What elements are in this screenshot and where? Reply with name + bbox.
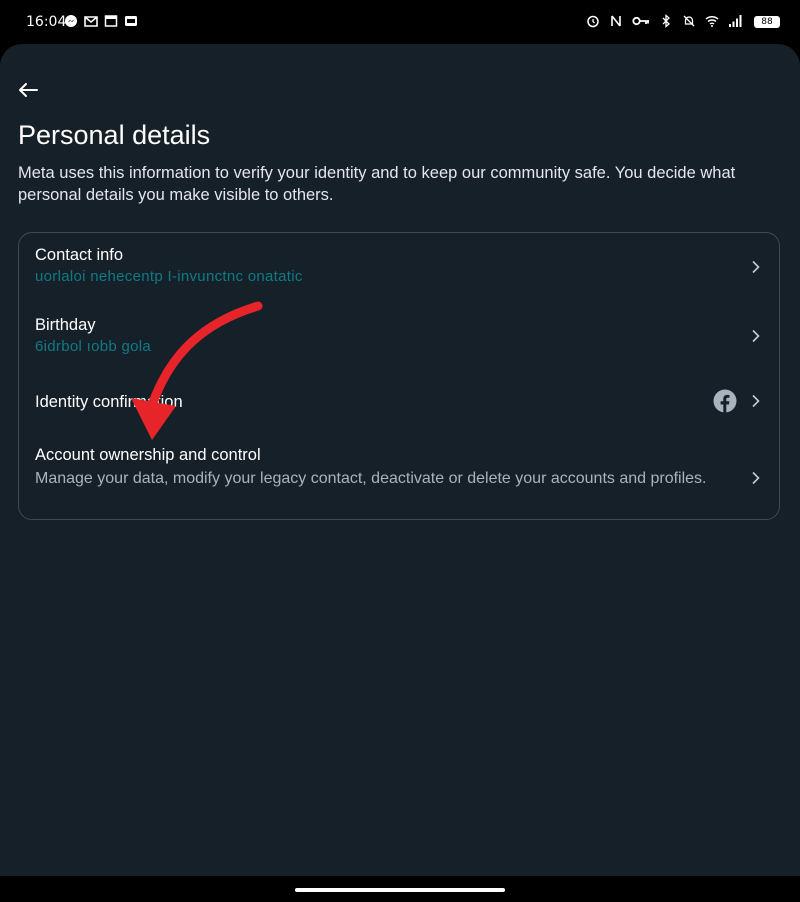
wifi-icon	[705, 15, 719, 27]
signal-icon	[729, 15, 742, 27]
contact-info-label: Contact info	[35, 246, 124, 264]
chevron-right-icon	[752, 329, 760, 343]
chevron-right-icon	[752, 471, 760, 485]
chevron-right-icon	[752, 394, 760, 408]
alarm-icon	[587, 15, 599, 28]
birthday-label: Birthday	[35, 316, 96, 334]
page-title: Personal details	[18, 120, 211, 150]
contact-info-value: uorlaloi nehecentp I-invunctnc onatatic	[35, 268, 303, 285]
navigation-bar	[0, 876, 800, 902]
identity-confirmation-row[interactable]: Identity confirmation	[19, 373, 779, 433]
account-ownership-description: Manage your data, modify your legacy con…	[35, 470, 707, 487]
status-time: 16:04	[26, 14, 67, 30]
messenger-icon	[65, 15, 77, 27]
back-button[interactable]	[14, 76, 42, 104]
notification-icons	[64, 14, 138, 28]
home-indicator[interactable]	[295, 888, 505, 892]
contact-info-row[interactable]: Contact info uorlaloi nehecentp I-invunc…	[19, 233, 779, 303]
bluetooth-icon	[662, 14, 670, 28]
birthday-value: 6idrbol ıobb gola	[35, 338, 152, 355]
identity-confirmation-label: Identity confirmation	[35, 393, 183, 411]
facebook-icon	[713, 389, 737, 413]
personal-details-card: Contact info uorlaloi nehecentp I-invunc…	[18, 232, 780, 520]
page-description: Meta uses this information to verify you…	[18, 164, 736, 204]
sim-icon	[125, 16, 137, 26]
chevron-right-icon	[752, 260, 760, 274]
back-arrow-icon	[19, 83, 38, 97]
birthday-row[interactable]: Birthday 6idrbol ıobb gola	[19, 303, 779, 373]
account-ownership-row[interactable]: Account ownership and control Manage you…	[19, 433, 779, 521]
account-ownership-label: Account ownership and control	[35, 446, 261, 464]
gmail-icon	[84, 16, 98, 27]
key-icon	[632, 16, 649, 26]
mute-icon	[683, 15, 695, 27]
nfc-icon	[611, 15, 621, 27]
personal-details-screen: Personal details Meta uses this informat…	[0, 44, 800, 876]
system-icons	[586, 14, 742, 28]
battery-indicator: 88	[754, 16, 780, 28]
calendar-icon	[104, 15, 118, 27]
status-bar: 16:04 88	[0, 0, 800, 44]
